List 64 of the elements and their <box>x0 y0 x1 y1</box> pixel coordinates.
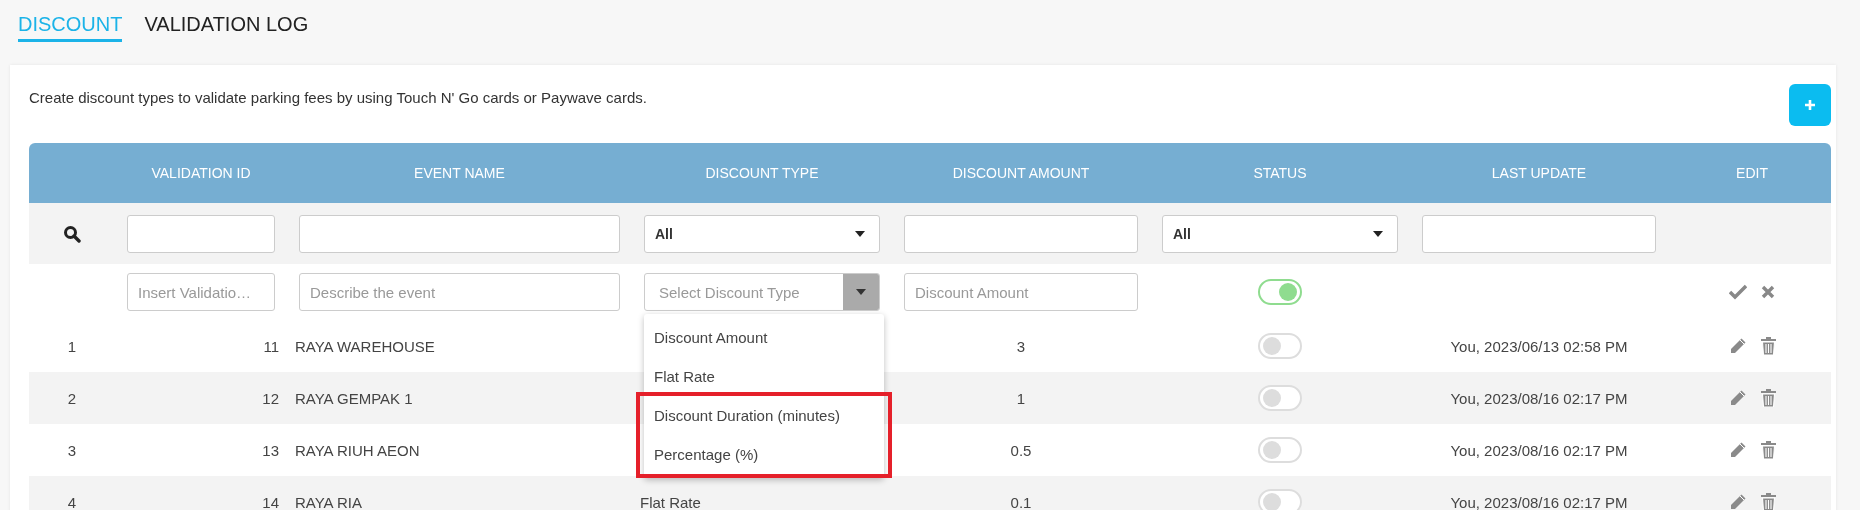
input-field[interactable]: Describe the event <box>299 273 620 311</box>
table-cell: 12 <box>262 389 279 407</box>
trash-icon[interactable] <box>1760 493 1776 510</box>
row-number: 3 <box>67 441 77 459</box>
pencil-icon[interactable] <box>1728 389 1747 407</box>
filter-dropdown[interactable]: All <box>1162 214 1398 253</box>
column-header: EDIT <box>1736 165 1768 181</box>
input-field[interactable]: Insert Validatio… <box>127 273 275 311</box>
row-number: 2 <box>67 389 77 407</box>
filter-field[interactable] <box>904 214 1138 253</box>
status-toggle[interactable] <box>1258 279 1302 305</box>
filter-field[interactable] <box>127 214 275 253</box>
caret-icon <box>856 289 866 295</box>
table-cell: Flat Rate <box>640 493 701 510</box>
search-icon[interactable] <box>63 224 81 243</box>
table-cell: RAYA RIUH AEON <box>295 441 420 459</box>
add-button[interactable] <box>1789 84 1831 126</box>
table-cell: You, 2023/06/13 02:58 PM <box>1450 337 1628 355</box>
status-toggle[interactable] <box>1258 333 1302 359</box>
dropdown-option[interactable]: Percentage (%) <box>644 435 884 474</box>
check-icon[interactable] <box>1729 284 1747 300</box>
table-cell: 1 <box>1016 389 1026 407</box>
table-cell: You, 2023/08/16 02:17 PM <box>1450 441 1628 459</box>
column-header: VALIDATION ID <box>151 165 251 181</box>
table-cell: 11 <box>263 337 279 355</box>
close-icon[interactable] <box>1761 285 1775 299</box>
table-cell: You, 2023/08/16 02:17 PM <box>1450 493 1628 510</box>
status-toggle[interactable] <box>1258 489 1302 510</box>
table-cell: 13 <box>262 441 279 459</box>
trash-icon[interactable] <box>1760 337 1776 355</box>
table-cell: 0.1 <box>1010 493 1032 510</box>
tab[interactable]: VALIDATION LOG <box>144 12 309 42</box>
row-number: 4 <box>67 493 77 510</box>
row-number: 1 <box>67 337 77 355</box>
trash-icon[interactable] <box>1760 441 1776 459</box>
filter-dropdown[interactable]: All <box>644 214 880 253</box>
column-header: EVENT NAME <box>414 165 505 181</box>
status-toggle[interactable] <box>1258 437 1302 463</box>
table-cell: 3 <box>1016 337 1026 355</box>
trash-icon[interactable] <box>1760 389 1776 407</box>
pencil-icon[interactable] <box>1728 441 1747 459</box>
column-header: DISCOUNT TYPE <box>705 165 819 181</box>
status-toggle[interactable] <box>1258 385 1302 411</box>
pencil-icon[interactable] <box>1728 493 1747 510</box>
description-text: Create discount types to validate parking fees by using Touch N' Go cards or Paywave cards. <box>29 89 647 106</box>
input-field[interactable]: Discount Amount <box>904 273 1138 311</box>
column-header: LAST UPDATE <box>1491 165 1587 181</box>
table-cell: RAYA RIA <box>295 493 362 510</box>
caret-icon <box>855 230 865 237</box>
table-cell: You, 2023/08/16 02:17 PM <box>1450 389 1628 407</box>
column-header: STATUS <box>1253 165 1307 181</box>
pencil-icon[interactable] <box>1728 337 1747 355</box>
table-cell: RAYA GEMPAK 1 <box>295 389 413 407</box>
column-header: DISCOUNT AMOUNT <box>952 165 1090 181</box>
table-cell: RAYA WAREHOUSE <box>295 337 435 355</box>
dropdown-option[interactable]: Discount Duration (minutes) <box>644 396 884 435</box>
plus-icon <box>1804 99 1816 111</box>
table-cell: 0.5 <box>1010 441 1032 459</box>
filter-field[interactable] <box>299 214 620 253</box>
dropdown-option[interactable]: Flat Rate <box>644 357 884 396</box>
filter-field[interactable] <box>1422 214 1656 253</box>
dropdown-option[interactable]: Discount Amount <box>644 318 884 357</box>
table-cell: 14 <box>262 493 279 510</box>
caret-icon <box>1373 230 1383 237</box>
